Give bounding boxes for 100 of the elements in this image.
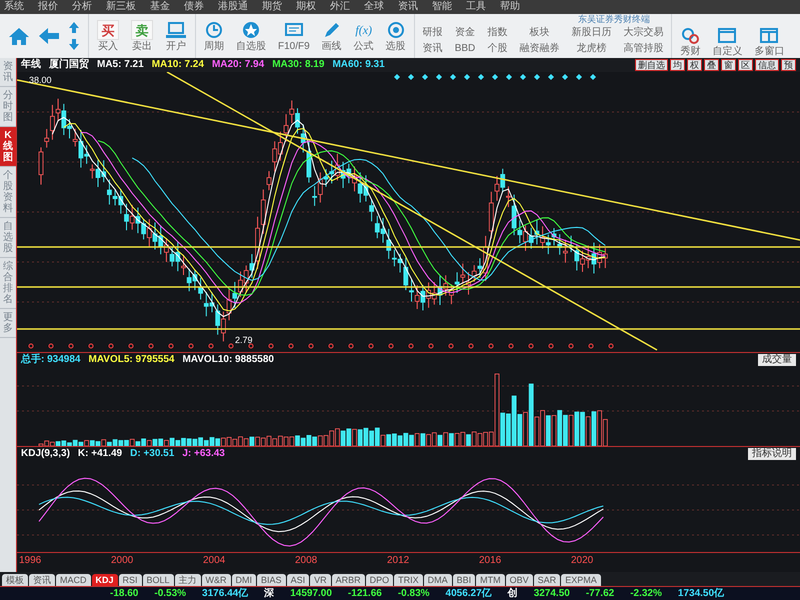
open-account-button[interactable]: 开户 (165, 20, 187, 52)
status-value: -18.60 (110, 588, 138, 598)
price-low-label: 2.79 (235, 334, 253, 347)
menu-item[interactable]: 期权 (296, 2, 316, 12)
stock-name: 厦门国贸 (49, 60, 89, 70)
status-value: -0.53% (154, 588, 186, 598)
axis-year-label: 1996 (19, 554, 42, 568)
menu-item[interactable]: 外汇 (330, 2, 350, 12)
chart-tool-button[interactable]: 信息 (755, 59, 779, 71)
ma-value: MA5: 7.21 (97, 60, 144, 70)
indicator-tab[interactable]: EXPMA (561, 574, 601, 586)
back-arrow-icon[interactable] (38, 27, 60, 45)
indicator-tab[interactable]: RSI (118, 574, 142, 586)
toolbar-link[interactable]: 个股 (487, 44, 508, 54)
split-window-icon (759, 25, 780, 45)
menu-item[interactable]: 工具 (466, 2, 486, 12)
status-value: 4056.27亿 (446, 588, 492, 598)
home-icon[interactable] (8, 26, 30, 46)
toolbar-link[interactable]: 资金 (454, 28, 475, 38)
app-title: 东吴证券秀财终端 (578, 14, 650, 24)
ma-value: MA20: 7.94 (212, 60, 264, 70)
menu-item[interactable]: 帮助 (500, 2, 520, 12)
toolbar-button[interactable]: 自定义 (712, 25, 742, 57)
indicator-tab[interactable]: OBV (506, 574, 533, 586)
status-value: -2.32% (630, 588, 662, 598)
status-value: 3274.50 (534, 588, 570, 598)
toolbar-link[interactable]: 龙虎榜 (576, 44, 606, 54)
menu-item[interactable]: 分析 (72, 2, 92, 12)
indicator-tab[interactable]: DMI (232, 574, 256, 586)
axis-year-label: 2012 (387, 554, 410, 568)
toolbar-button[interactable]: 秀财 (680, 25, 700, 57)
menu-item[interactable]: 资讯 (398, 2, 418, 12)
menu-item[interactable]: 系统 (4, 2, 24, 12)
menu-item[interactable]: 基金 (150, 2, 170, 12)
indicator-tab[interactable]: VR (310, 574, 331, 586)
indicator-tab[interactable]: DPO (366, 574, 394, 586)
indicator-tab[interactable]: 资讯 (29, 574, 55, 586)
menu-item[interactable]: 全球 (364, 2, 384, 12)
gears-icon (680, 25, 700, 45)
toolbar-link[interactable]: 高管持股 (623, 44, 664, 54)
toolbar-link[interactable]: 指数 (487, 28, 508, 38)
indicator-tab[interactable]: 模板 (2, 574, 28, 586)
chart-tool-button[interactable]: 权 (687, 59, 702, 71)
axis-year-label: 2004 (203, 554, 226, 568)
status-value: 1734.50亿 (678, 588, 724, 598)
toolbar-button[interactable]: 画线 (322, 20, 342, 52)
indicator-tab[interactable]: W&R (202, 574, 231, 586)
toolbar-link[interactable]: 板块 (529, 28, 550, 38)
menu-item[interactable]: 期货 (262, 2, 282, 12)
indicator-help-button[interactable]: 指标说明 (748, 448, 796, 460)
indicator-tab[interactable]: ARBR (332, 574, 365, 586)
window-icon (717, 25, 738, 45)
toolbar-button[interactable]: 多窗口 (754, 25, 784, 57)
axis-year-label: 2008 (295, 554, 318, 568)
status-value: 深 (264, 588, 274, 598)
indicator-tab[interactable]: DMA (424, 574, 452, 586)
indicator-tab[interactable]: BBI (452, 574, 476, 586)
axis-year-label: 2000 (111, 554, 134, 568)
kdj-value: J: +63.43 (182, 448, 225, 458)
toolbar-link[interactable]: BBD (454, 44, 476, 54)
indicator-tab[interactable]: KDJ (92, 574, 118, 586)
indicator-tab[interactable]: MTM (476, 574, 505, 586)
axis-year-label: 2016 (479, 554, 502, 568)
indicator-tab[interactable]: MACD (56, 574, 90, 586)
chart-tool-button[interactable]: 窗 (721, 59, 736, 71)
volume-value: MAVOL10: 9885580 (182, 354, 274, 364)
menu-item[interactable]: 港股通 (218, 2, 248, 12)
axis-year-label: 2020 (571, 554, 594, 568)
volume-dropdown[interactable]: 成交量 (758, 354, 796, 366)
toolbar-button[interactable]: F10/F9 (278, 20, 310, 52)
toolbar-button[interactable]: 周期 (204, 20, 224, 52)
indicator-tab[interactable]: BIAS (257, 574, 286, 586)
ma-value: MA60: 9.31 (332, 60, 385, 70)
menu-item[interactable]: 报价 (38, 2, 58, 12)
indicator-tab[interactable]: 主力 (174, 574, 201, 586)
indicator-tab[interactable]: SAR (534, 574, 560, 586)
menu-item[interactable]: 债券 (184, 2, 204, 12)
menu-item[interactable]: 智能 (432, 2, 452, 12)
chart-tool-button[interactable]: 删自选 (635, 59, 668, 71)
chart-tool-button[interactable]: 均 (670, 59, 685, 71)
chart-tool-button[interactable]: 区 (738, 59, 753, 71)
status-value: 14597.00 (290, 588, 332, 598)
toolbar-button[interactable]: 自选股 (236, 20, 266, 52)
menu-item[interactable]: 新三板 (106, 2, 136, 12)
price-high-label: 38.00 (29, 74, 52, 87)
toolbar-link[interactable]: 新股日历 (571, 28, 612, 38)
indicator-tab[interactable]: ASI (286, 574, 310, 586)
toolbar-button[interactable]: 选股 (386, 20, 406, 52)
toolbar-link[interactable]: 大宗交易 (623, 28, 664, 38)
kdj-value: KDJ(9,3,3) (21, 448, 70, 458)
toolbar-link[interactable]: 融资融券 (519, 44, 560, 54)
toolbar-link[interactable]: 资讯 (422, 44, 443, 54)
toolbar-link[interactable]: 研报 (422, 28, 443, 38)
indicator-tab[interactable]: BOLL (142, 574, 174, 586)
toolbar-button[interactable]: f(x) 公式 (354, 20, 374, 52)
indicator-tab[interactable]: TRIX (394, 574, 423, 586)
sidebar-tab[interactable]: K线图 (0, 127, 16, 167)
chart-tool-button[interactable]: 预 (781, 59, 796, 71)
up-down-arrows-icon[interactable] (68, 21, 80, 51)
chart-tool-button[interactable]: 叠 (704, 59, 719, 71)
